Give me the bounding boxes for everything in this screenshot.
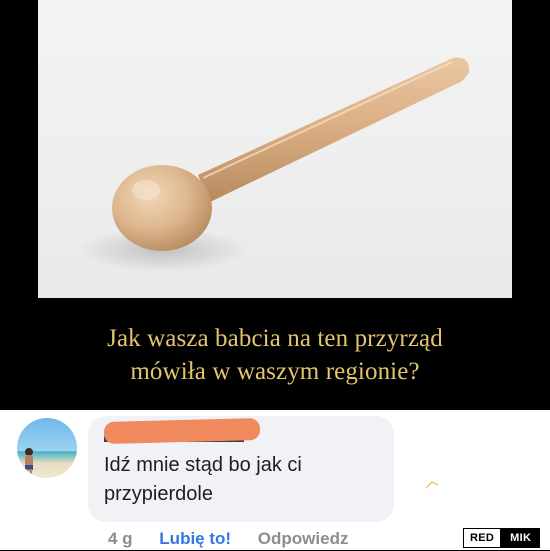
wooden-spoon-icon bbox=[78, 57, 470, 272]
caption-line-2: mówiła w waszym regionie? bbox=[130, 358, 420, 385]
meme-image: Jak wasza babcia na ten przyrząd mówiła … bbox=[0, 0, 550, 410]
watermark-red: RED bbox=[463, 528, 502, 548]
comment-text: Idź mnie stąd bo jak ci przypierdole bbox=[104, 454, 302, 505]
like-button[interactable]: Lubię to! bbox=[159, 529, 231, 548]
sparkle-icon bbox=[425, 481, 439, 489]
avatar[interactable] bbox=[17, 418, 77, 478]
caption-line-1: Jak wasza babcia na ten przyrząd bbox=[107, 325, 443, 352]
user-photo-icon bbox=[25, 448, 33, 476]
watermark-logo: RED MIK bbox=[463, 528, 541, 548]
meme-caption: Jak wasza babcia na ten przyrząd mówiła … bbox=[0, 322, 550, 388]
name-redaction bbox=[103, 417, 261, 445]
comment-time[interactable]: 4 g bbox=[108, 529, 133, 548]
reply-button[interactable]: Odpowiedz bbox=[258, 529, 349, 548]
meme-photo bbox=[38, 0, 512, 298]
watermark-mik: MIK bbox=[501, 528, 541, 548]
comment-actions: 4 g Lubię to! Odpowiedz bbox=[108, 529, 370, 551]
